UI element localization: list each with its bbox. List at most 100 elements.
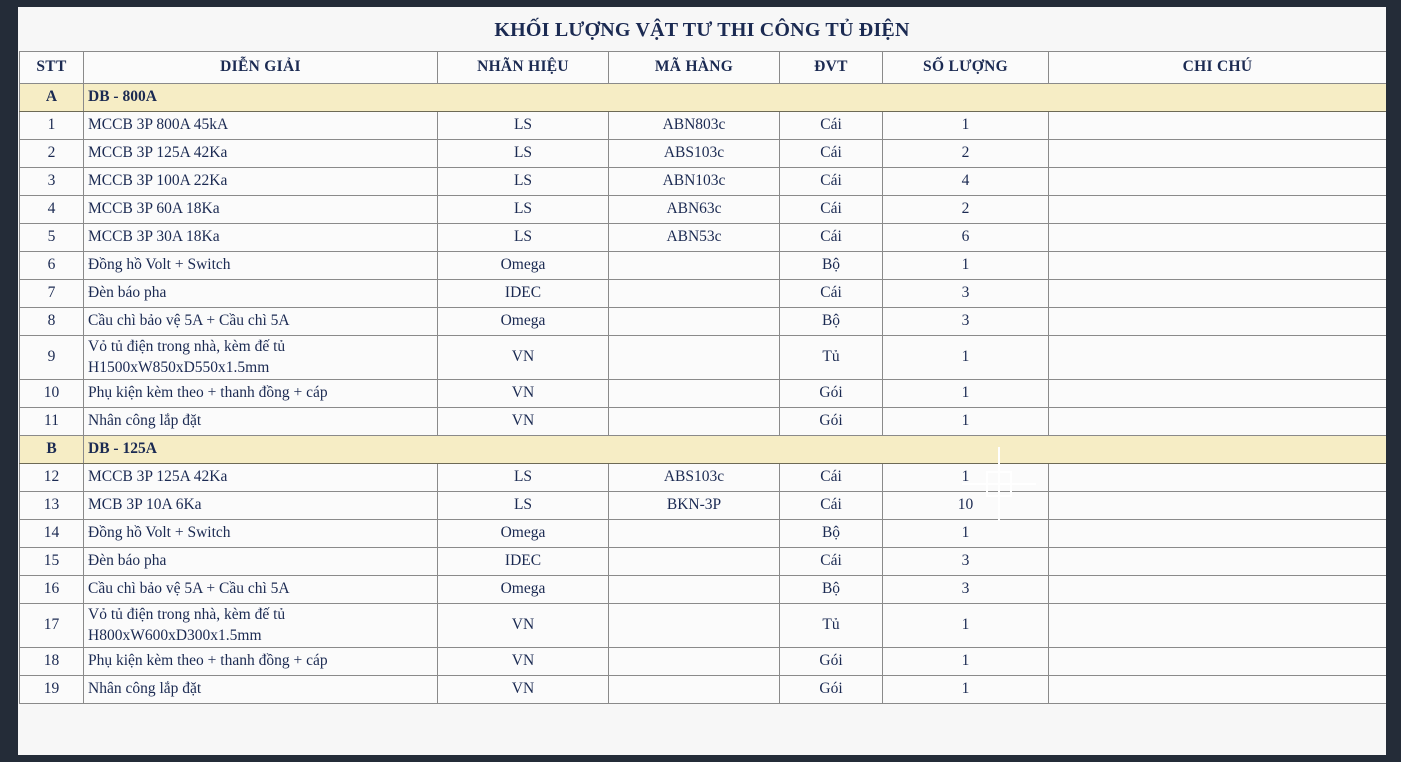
- cell-brand: LS: [437, 167, 609, 196]
- description-line: MCCB 3P 125A 42Ka: [88, 468, 228, 486]
- cell-brand: IDEC: [437, 547, 609, 576]
- cell-note: [1048, 519, 1386, 548]
- cell-code: BKN-3P: [608, 491, 780, 520]
- cell-description: MCCB 3P 125A 42Ka: [83, 463, 438, 492]
- description-line: Đèn báo pha: [88, 552, 167, 570]
- cell-brand: Omega: [437, 251, 609, 280]
- cell-unit: Cái: [779, 195, 883, 224]
- cell-brand: Omega: [437, 519, 609, 548]
- cell-note: [1048, 379, 1386, 408]
- table-row: 7 Đèn báo pha IDEC Cái 3: [19, 279, 1386, 308]
- description-line: Vỏ tủ điện trong nhà, kèm đế tủ: [88, 606, 286, 624]
- column-header-code: MÃ HÀNG: [608, 51, 780, 84]
- description-line: Cầu chì bảo vệ 5A + Cầu chì 5A: [88, 580, 290, 598]
- cell-note: [1048, 675, 1386, 704]
- cell-quantity: 1: [882, 647, 1049, 676]
- cell-unit: Gói: [779, 675, 883, 704]
- cell-code: [608, 575, 780, 604]
- cell-quantity: 1: [882, 111, 1049, 140]
- cell-code: ABN803c: [608, 111, 780, 140]
- description-line-2: H1500xW850xD550x1.5mm: [88, 358, 270, 376]
- cell-brand: IDEC: [437, 279, 609, 308]
- table-row: 16 Cầu chì bảo vệ 5A + Cầu chì 5A Omega Bộ 3: [19, 575, 1386, 604]
- cell-stt: 14: [19, 519, 84, 548]
- description-line: MCCB 3P 60A 18Ka: [88, 200, 220, 218]
- cell-quantity: 3: [882, 279, 1049, 308]
- cell-brand: Omega: [437, 307, 609, 336]
- cell-brand: LS: [437, 491, 609, 520]
- cell-code: [608, 335, 780, 380]
- cell-stt: 4: [19, 195, 84, 224]
- cell-note: [1048, 491, 1386, 520]
- cell-note: [1048, 307, 1386, 336]
- cell-note: [1048, 547, 1386, 576]
- cell-unit: Bộ: [779, 307, 883, 336]
- cell-description: Phụ kiện kèm theo + thanh đồng + cáp: [83, 379, 438, 408]
- column-header-brand: NHÃN HIỆU: [437, 51, 609, 84]
- cell-code: ABN63c: [608, 195, 780, 224]
- cell-description: Vỏ tủ điện trong nhà, kèm đế tủ H1500xW85…: [83, 335, 438, 380]
- section-row: A DB - 800A: [19, 83, 1386, 112]
- cell-note: [1048, 463, 1386, 492]
- cell-note: [1048, 603, 1386, 648]
- cell-description: MCCB 3P 125A 42Ka: [83, 139, 438, 168]
- cell-note: [1048, 647, 1386, 676]
- cell-code: [608, 647, 780, 676]
- cell-code: [608, 307, 780, 336]
- cell-stt: 10: [19, 379, 84, 408]
- cell-description: Phụ kiện kèm theo + thanh đồng + cáp: [83, 647, 438, 676]
- cell-quantity: 1: [882, 379, 1049, 408]
- cell-unit: Cái: [779, 279, 883, 308]
- cell-brand: LS: [437, 463, 609, 492]
- description-line: MCCB 3P 125A 42Ka: [88, 144, 228, 162]
- table-body: A DB - 800A 1 MCCB 3P 800A 45kA LS ABN803c Cái…: [19, 83, 1386, 704]
- description-line-2: H800xW600xD300x1.5mm: [88, 626, 262, 644]
- cell-quantity: 1: [882, 603, 1049, 648]
- header-row: STT DIỄN GIẢI NHÃN HIỆU MÃ HÀNG ĐVT SỐ L…: [19, 51, 1386, 84]
- cell-description: Đồng hồ Volt + Switch: [83, 251, 438, 280]
- cell-stt: 7: [19, 279, 84, 308]
- cell-quantity: 4: [882, 167, 1049, 196]
- cell-unit: Tủ: [779, 335, 883, 380]
- cell-stt: 17: [19, 603, 84, 648]
- cell-description: MCCB 3P 60A 18Ka: [83, 195, 438, 224]
- cell-brand: LS: [437, 195, 609, 224]
- section-letter: B: [19, 435, 84, 464]
- description-line: Nhân công lắp đặt: [88, 680, 202, 698]
- cell-quantity: 1: [882, 675, 1049, 704]
- table-row: 14 Đồng hồ Volt + Switch Omega Bộ 1: [19, 519, 1386, 548]
- page-title: KHỐI LƯỢNG VẬT TƯ THI CÔNG TỦ ĐIỆN: [494, 19, 910, 41]
- table-row: 15 Đèn báo pha IDEC Cái 3: [19, 547, 1386, 576]
- cell-unit: Gói: [779, 379, 883, 408]
- description-line: Đèn báo pha: [88, 284, 167, 302]
- cell-unit: Bộ: [779, 251, 883, 280]
- cell-quantity: 1: [882, 519, 1049, 548]
- column-header-desc: DIỄN GIẢI: [83, 51, 438, 84]
- section-letter: A: [19, 83, 84, 112]
- cell-code: [608, 251, 780, 280]
- table-row: 10 Phụ kiện kèm theo + thanh đồng + cáp VN…: [19, 379, 1386, 408]
- cell-note: [1048, 111, 1386, 140]
- cell-unit: Gói: [779, 647, 883, 676]
- cell-code: [608, 675, 780, 704]
- cell-description: MCCB 3P 30A 18Ka: [83, 223, 438, 252]
- table-row: 19 Nhân công lắp đặt VN Gói 1: [19, 675, 1386, 704]
- cell-description: MCB 3P 10A 6Ka: [83, 491, 438, 520]
- cell-code: [608, 379, 780, 408]
- cell-unit: Cái: [779, 463, 883, 492]
- cell-code: ABN53c: [608, 223, 780, 252]
- cell-note: [1048, 335, 1386, 380]
- description-line: Phụ kiện kèm theo + thanh đồng + cáp: [88, 384, 328, 402]
- table-row: 2 MCCB 3P 125A 42Ka LS ABS103c Cái 2: [19, 139, 1386, 168]
- cell-description: Vỏ tủ điện trong nhà, kèm đế tủ H800xW600…: [83, 603, 438, 648]
- cell-brand: VN: [437, 407, 609, 436]
- cell-code: [608, 407, 780, 436]
- cell-note: [1048, 223, 1386, 252]
- description-line: Vỏ tủ điện trong nhà, kèm đế tủ: [88, 338, 286, 356]
- description-line: Phụ kiện kèm theo + thanh đồng + cáp: [88, 652, 328, 670]
- cell-description: MCCB 3P 100A 22Ka: [83, 167, 438, 196]
- cell-unit: Cái: [779, 167, 883, 196]
- cell-stt: 9: [19, 335, 84, 380]
- cell-note: [1048, 167, 1386, 196]
- cell-quantity: 3: [882, 547, 1049, 576]
